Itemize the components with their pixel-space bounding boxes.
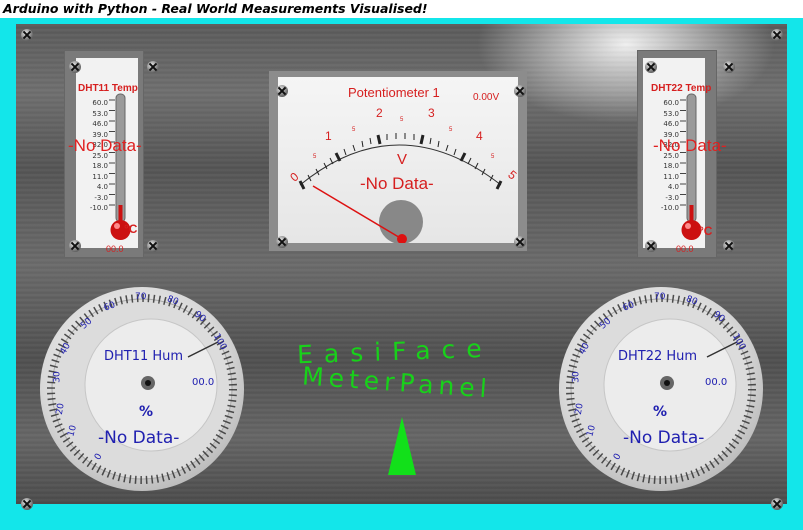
title-bar: Arduino with Python - Real World Measure…	[0, 0, 803, 18]
green-pointer-icon	[388, 417, 416, 475]
hygrometer-dial	[566, 294, 756, 484]
hygrometer-title: DHT11 Hum	[104, 349, 184, 364]
screw-icon	[645, 240, 657, 252]
hygrometer-unit: %	[653, 404, 668, 420]
meter-tick-label: 1	[325, 129, 332, 143]
hygrometer-tick-label: 30	[52, 371, 63, 383]
meter-minor-label: 5	[400, 117, 404, 123]
screw-icon	[276, 236, 288, 248]
thermometer-value: 00.0	[106, 244, 124, 254]
thermometer-tube	[109, 93, 131, 240]
screw-icon	[21, 498, 33, 510]
screw-icon	[645, 61, 657, 73]
meter-minor-label: 5	[449, 127, 453, 133]
meter-minor-label: 5	[352, 127, 356, 133]
hygrometer-value: 00.0	[192, 377, 215, 388]
thermometer-unit: °C	[124, 222, 138, 236]
meter-tick-label: 2	[376, 106, 383, 120]
hygrometer-tick-label: 30	[571, 371, 582, 383]
hygrometer-status: -No Data-	[98, 428, 180, 448]
hygrometer-value: 00.0	[705, 377, 728, 388]
dht22-hygrometer: 0 10 20 30 40 50 60 70 80 90 100 DHT22 H…	[559, 287, 763, 491]
hygrometer-tick-label: 20	[54, 402, 67, 416]
screw-icon	[147, 240, 159, 252]
thermometer-unit: °C	[699, 224, 713, 238]
screw-icon	[147, 61, 159, 73]
hygrometer-status: -No Data-	[623, 428, 705, 448]
thermometer-status: -No Data-	[68, 136, 142, 155]
window-title: Arduino with Python - Real World Measure…	[3, 1, 428, 16]
hygrometer-unit: %	[139, 404, 154, 420]
thermometer-value: 00.0	[676, 244, 694, 254]
screw-icon	[514, 236, 526, 248]
meter-unit: V	[397, 151, 408, 168]
thermometer-tube	[680, 93, 702, 240]
screw-icon	[723, 61, 735, 73]
meter-tick-label: 4	[476, 129, 483, 143]
meter-minor-label: 5	[313, 154, 317, 160]
hygrometer-dial	[47, 294, 237, 484]
screw-icon	[723, 240, 735, 252]
hygrometer-tick-label: 70	[135, 292, 147, 302]
meter-face: Potentiometer 1 0.00V 0 1 2 3 4 5 5 5 5 …	[278, 77, 519, 243]
screw-icon	[771, 29, 783, 41]
screw-icon	[276, 85, 288, 97]
hygrometer-tick-label: 70	[654, 292, 666, 302]
meter-status: -No Data-	[360, 174, 434, 193]
screw-icon	[771, 498, 783, 510]
meter-minor-label: 5	[491, 154, 495, 160]
screw-icon	[69, 61, 81, 73]
thermometer-status: -No Data-	[653, 136, 727, 155]
hygrometer-tick-label: 20	[573, 402, 586, 416]
screw-icon	[69, 240, 81, 252]
screw-icon	[514, 85, 526, 97]
screw-icon	[21, 29, 33, 41]
hygrometer-title: DHT22 Hum	[618, 349, 698, 364]
potentiometer-meter: Potentiometer 1 0.00V 0 1 2 3 4 5 5 5 5 …	[269, 71, 527, 251]
dht11-hygrometer: 0 10 20 30 40 50 60 70 80 90 100 DHT11 H…	[40, 287, 244, 491]
meter-tick-label: 3	[428, 106, 435, 120]
